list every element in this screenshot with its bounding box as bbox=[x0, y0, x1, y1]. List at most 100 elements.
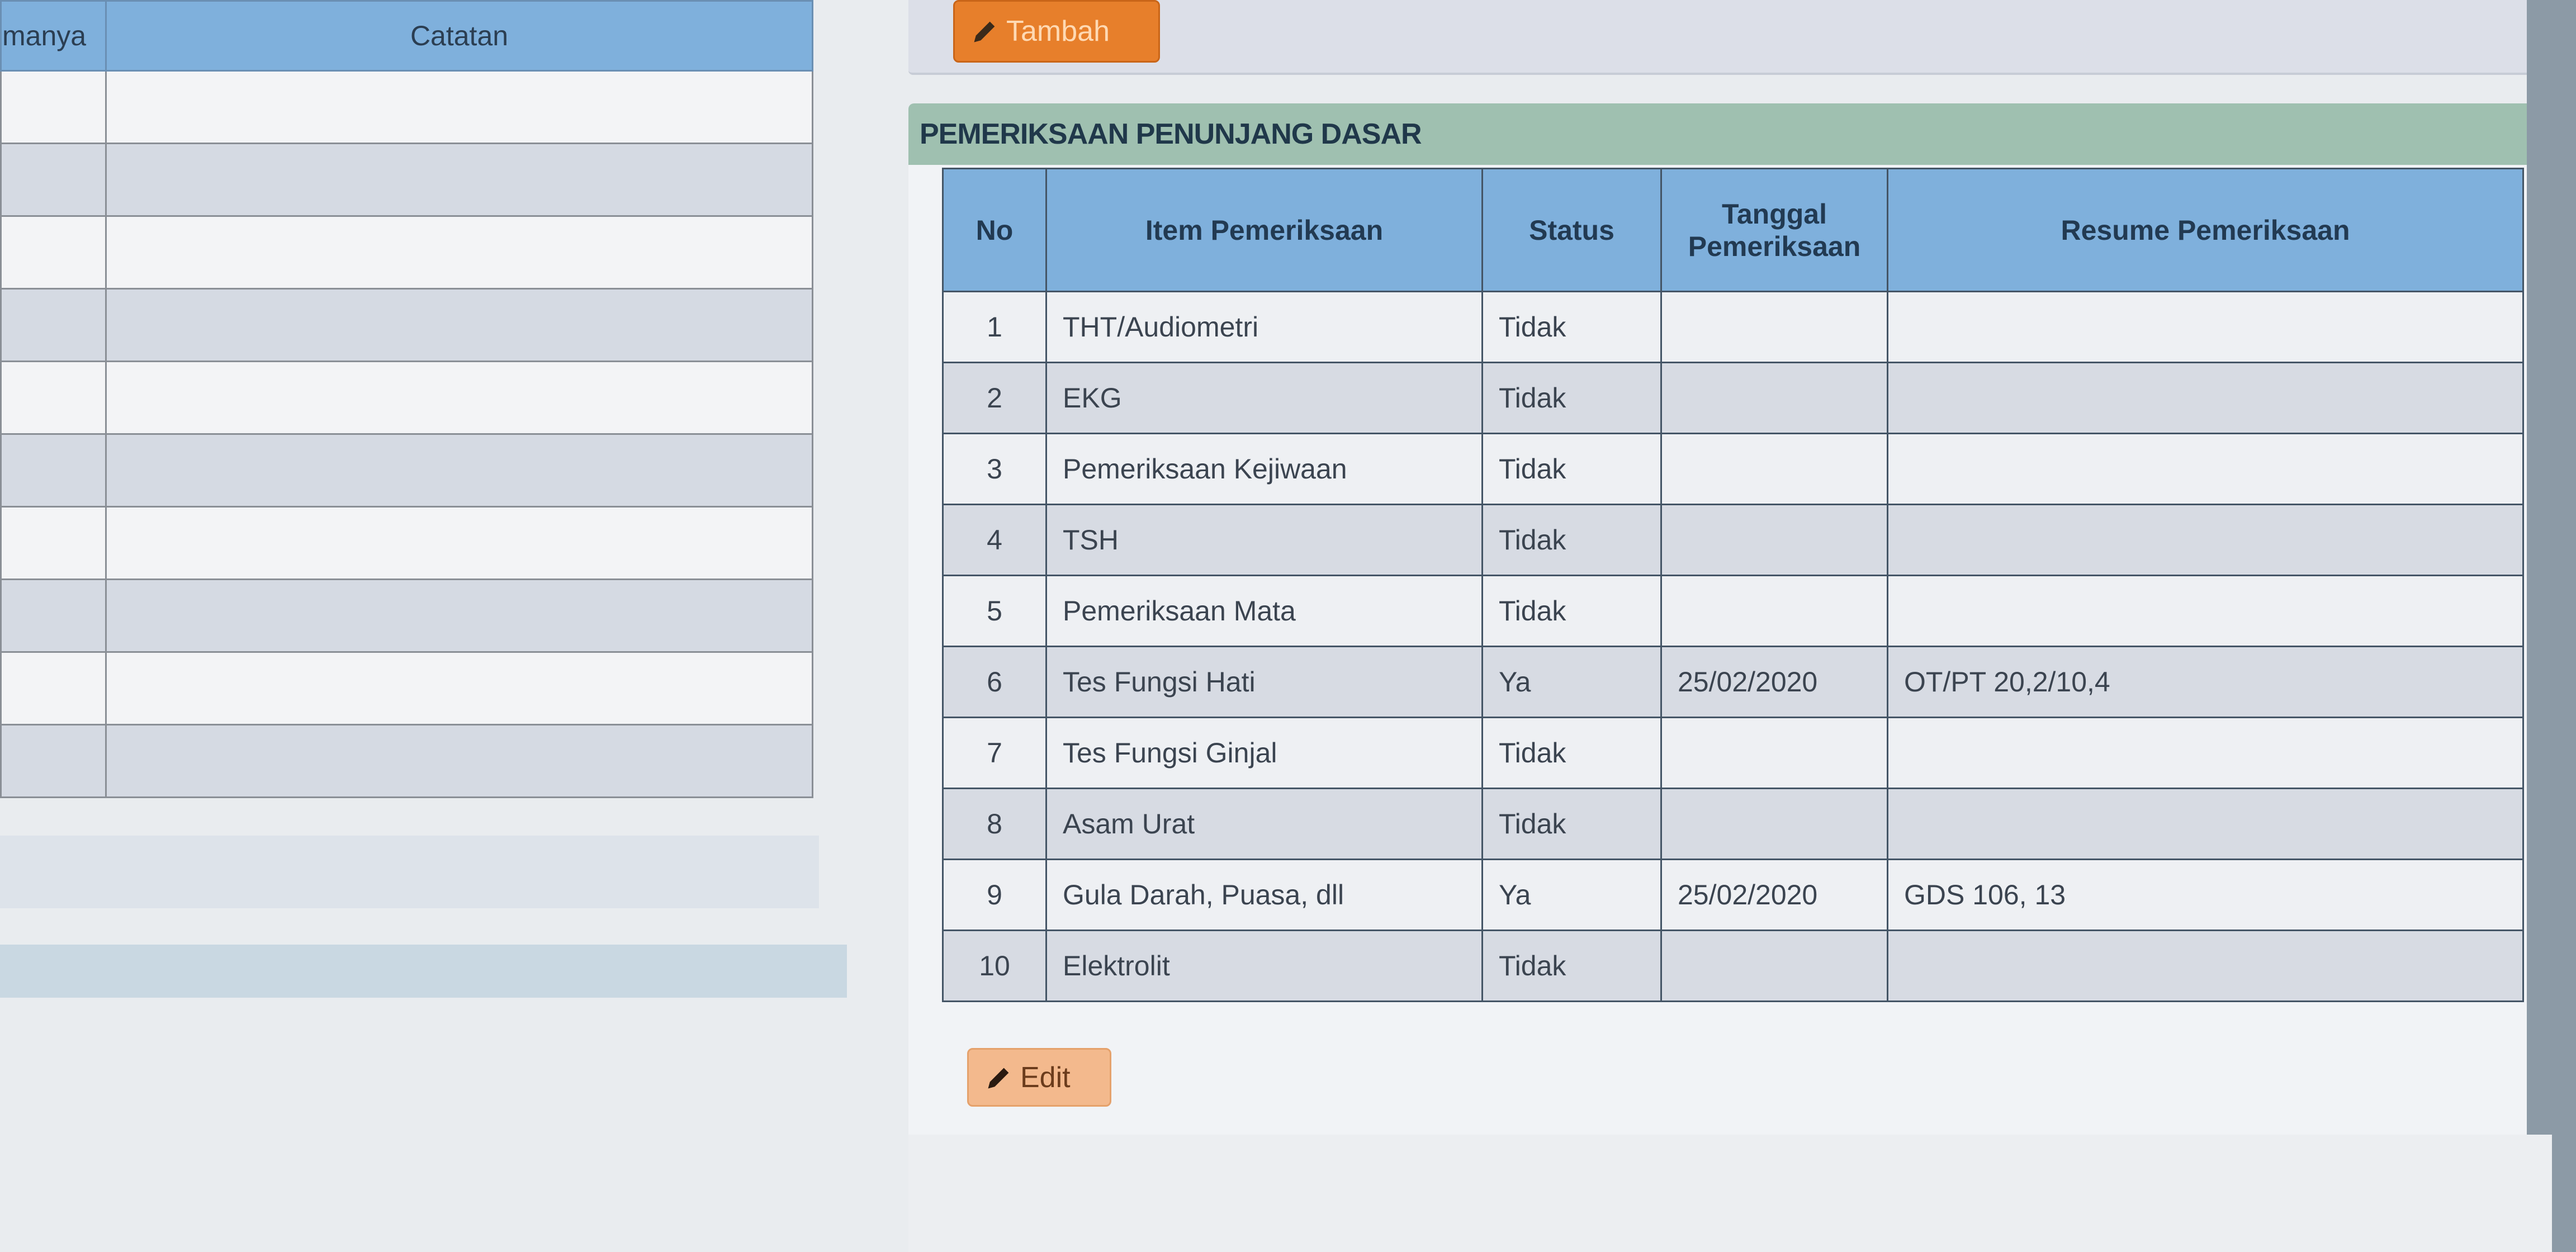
notes-row bbox=[0, 361, 813, 435]
table-row: 2 EKG Tidak bbox=[942, 362, 2524, 434]
cell-status: Tidak bbox=[1481, 504, 1662, 576]
cell-no: 3 bbox=[942, 433, 1047, 505]
notes-row bbox=[0, 433, 813, 508]
col-header-date: Tanggal Pemeriksaan bbox=[1660, 168, 1888, 292]
scrollbar[interactable] bbox=[2527, 0, 2576, 1252]
cell-item: THT/Audiometri bbox=[1045, 291, 1483, 363]
cell-date bbox=[1660, 929, 1888, 1002]
notes-cell-catatan bbox=[105, 288, 813, 362]
cell-item: TSH bbox=[1045, 504, 1483, 576]
cell-no: 6 bbox=[942, 646, 1047, 718]
table-row: 6 Tes Fungsi Hati Ya 25/02/2020 OT/PT 20,2/1… bbox=[942, 646, 2524, 718]
cell-date bbox=[1660, 433, 1888, 505]
notes-cell-catatan bbox=[105, 70, 813, 144]
cell-status: Tidak bbox=[1481, 929, 1662, 1002]
cell-status: Ya bbox=[1481, 646, 1662, 718]
cell-status: Tidak bbox=[1481, 433, 1662, 505]
add-button[interactable]: Tambah bbox=[953, 0, 1160, 63]
cell-resume: GDS 106, 13 bbox=[1887, 859, 2524, 931]
cell-resume bbox=[1887, 362, 2524, 434]
left-col-header-1: manya bbox=[0, 0, 107, 72]
notes-cell-first bbox=[0, 506, 107, 580]
notes-cell-catatan bbox=[105, 506, 813, 580]
pencil-icon bbox=[974, 21, 995, 42]
table-row: 10 Elektrolit Tidak bbox=[942, 929, 2524, 1002]
notes-cell-first bbox=[0, 70, 107, 144]
cell-item: Asam Urat bbox=[1045, 788, 1483, 860]
section-header: PEMERIKSAAN PENUNJANG DASAR bbox=[908, 103, 2552, 165]
table-row: 1 THT/Audiometri Tidak bbox=[942, 291, 2524, 363]
col-header-resume: Resume Pemeriksaan bbox=[1887, 168, 2524, 292]
form-footer bbox=[908, 1135, 2552, 1252]
cell-resume bbox=[1887, 788, 2524, 860]
add-button-label: Tambah bbox=[1006, 15, 1110, 48]
col-header-date-line1: Tanggal bbox=[1722, 198, 1827, 230]
cell-date bbox=[1660, 362, 1888, 434]
col-header-item: Item Pemeriksaan bbox=[1045, 168, 1483, 292]
cell-item: EKG bbox=[1045, 362, 1483, 434]
notes-row bbox=[0, 215, 813, 290]
notes-cell-catatan bbox=[105, 361, 813, 435]
cell-item: Tes Fungsi Ginjal bbox=[1045, 717, 1483, 789]
notes-table: manya Catatan bbox=[0, 0, 813, 798]
col-header-no: No bbox=[942, 168, 1047, 292]
cell-date bbox=[1660, 717, 1888, 789]
cell-item: Elektrolit bbox=[1045, 929, 1483, 1002]
notes-row bbox=[0, 506, 813, 580]
cell-no: 5 bbox=[942, 575, 1047, 647]
table-row: 3 Pemeriksaan Kejiwaan Tidak bbox=[942, 433, 2524, 505]
notes-cell-catatan bbox=[105, 651, 813, 725]
notes-row bbox=[0, 288, 813, 362]
edit-button-label: Edit bbox=[1020, 1061, 1071, 1094]
notes-row bbox=[0, 70, 813, 144]
notes-row bbox=[0, 724, 813, 798]
col-header-status: Status bbox=[1481, 168, 1662, 292]
cell-status: Tidak bbox=[1481, 362, 1662, 434]
notes-cell-first bbox=[0, 361, 107, 435]
cell-status: Tidak bbox=[1481, 575, 1662, 647]
notes-row bbox=[0, 651, 813, 725]
cell-resume bbox=[1887, 504, 2524, 576]
notes-cell-first bbox=[0, 651, 107, 725]
notes-cell-catatan bbox=[105, 143, 813, 217]
examination-table: No Item Pemeriksaan Status Tanggal Pemer… bbox=[942, 168, 2524, 1002]
notes-cell-first bbox=[0, 578, 107, 653]
cell-status: Tidak bbox=[1481, 788, 1662, 860]
notes-cell-first bbox=[0, 143, 107, 217]
left-panel-bar bbox=[0, 945, 847, 998]
table-row: 7 Tes Fungsi Ginjal Tidak bbox=[942, 717, 2524, 789]
cell-item: Pemeriksaan Mata bbox=[1045, 575, 1483, 647]
cell-resume bbox=[1887, 433, 2524, 505]
edit-button[interactable]: Edit bbox=[967, 1048, 1111, 1107]
col-header-date-line2: Pemeriksaan bbox=[1688, 230, 1861, 262]
cell-date bbox=[1660, 291, 1888, 363]
cell-resume bbox=[1887, 929, 2524, 1002]
notes-cell-catatan bbox=[105, 578, 813, 653]
cell-date: 25/02/2020 bbox=[1660, 859, 1888, 931]
cell-item: Pemeriksaan Kejiwaan bbox=[1045, 433, 1483, 505]
notes-cell-first bbox=[0, 288, 107, 362]
table-row: 5 Pemeriksaan Mata Tidak bbox=[942, 575, 2524, 647]
cell-no: 1 bbox=[942, 291, 1047, 363]
cell-date bbox=[1660, 575, 1888, 647]
cell-status: Tidak bbox=[1481, 717, 1662, 789]
cell-no: 7 bbox=[942, 717, 1047, 789]
section-title: PEMERIKSAAN PENUNJANG DASAR bbox=[920, 118, 1422, 150]
notes-cell-catatan bbox=[105, 433, 813, 508]
notes-row bbox=[0, 578, 813, 653]
table-row: 9 Gula Darah, Puasa, dll Ya 25/02/2020 GDS 1… bbox=[942, 859, 2524, 931]
cell-resume: OT/PT 20,2/10,4 bbox=[1887, 646, 2524, 718]
cell-item: Gula Darah, Puasa, dll bbox=[1045, 859, 1483, 931]
notes-cell-first bbox=[0, 724, 107, 798]
notes-cell-catatan bbox=[105, 215, 813, 290]
cell-no: 2 bbox=[942, 362, 1047, 434]
cell-resume bbox=[1887, 291, 2524, 363]
cell-no: 9 bbox=[942, 859, 1047, 931]
pencil-icon bbox=[988, 1068, 1009, 1088]
cell-date bbox=[1660, 504, 1888, 576]
table-row: 8 Asam Urat Tidak bbox=[942, 788, 2524, 860]
notes-row bbox=[0, 143, 813, 217]
notes-cell-first bbox=[0, 433, 107, 508]
cell-no: 4 bbox=[942, 504, 1047, 576]
cell-resume bbox=[1887, 717, 2524, 789]
